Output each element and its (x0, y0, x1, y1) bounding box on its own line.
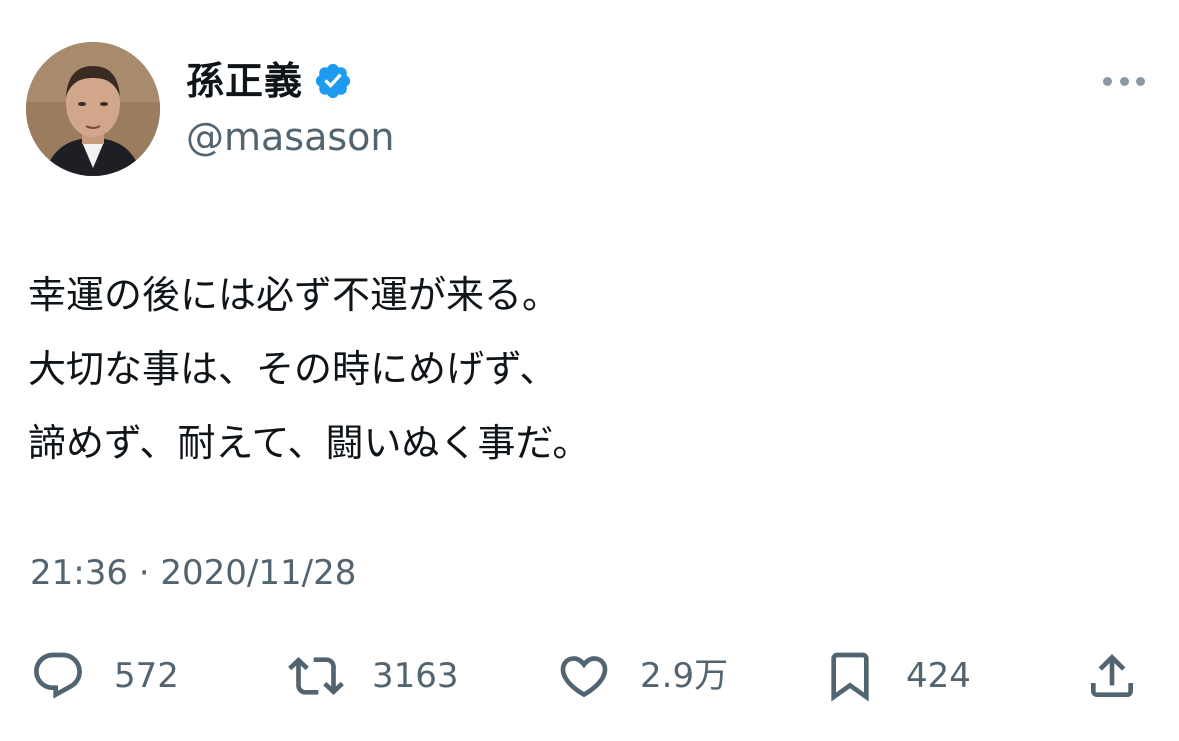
share-icon (1091, 654, 1133, 697)
tweet-text: 幸運の後には必ず不運が来る。 大切な事は、その時にめげず、 諦めず、耐えて、闘い… (28, 258, 590, 480)
bookmark-count: 424 (906, 656, 971, 696)
tweet-text-line: 幸運の後には必ず不運が来る。 (28, 273, 561, 317)
tweet-card: 孫正義 @masason 幸運の後には必ず不運が来る。 大切な事は、その時にめげ… (0, 0, 1179, 741)
bookmark-button[interactable]: 424 (822, 646, 971, 706)
like-button[interactable]: 2.9万 (556, 646, 728, 706)
bookmark-icon (831, 652, 869, 702)
retweet-count: 3163 (372, 656, 459, 696)
more-dot (1136, 76, 1145, 86)
author-display-name[interactable]: 孫正義 (186, 58, 303, 104)
tweet-timestamp[interactable]: 21:36 · 2020/11/28 (30, 551, 356, 595)
more-options-icon[interactable] (1100, 64, 1148, 98)
author-name-row[interactable]: 孫正義 (186, 58, 353, 104)
share-button[interactable] (1084, 646, 1140, 706)
more-dot (1103, 76, 1112, 86)
heart-icon (560, 656, 608, 698)
reply-count: 572 (114, 656, 179, 696)
retweet-button[interactable]: 3163 (288, 646, 459, 706)
tweet-text-line: 大切な事は、その時にめげず、 (28, 347, 558, 391)
tweet-text-line: 諦めず、耐えて、闘いぬく事だ。 (28, 421, 591, 465)
more-dot (1119, 76, 1129, 86)
retweet-icon (288, 657, 344, 695)
reply-icon (34, 652, 82, 699)
like-count: 2.9万 (640, 656, 729, 696)
verified-check-icon (315, 63, 351, 99)
avatar[interactable] (26, 42, 160, 176)
author-handle[interactable]: @masason (186, 114, 395, 160)
avatar-photo (26, 42, 160, 176)
reply-button[interactable]: 572 (30, 646, 179, 706)
